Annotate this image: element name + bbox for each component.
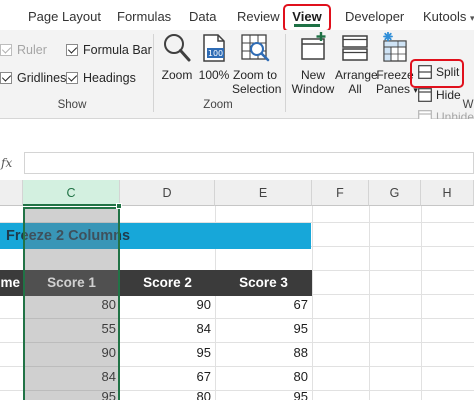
data-cell[interactable]: 84 — [120, 318, 215, 340]
new-window-icon — [301, 32, 326, 60]
new-window-button[interactable]: New Window — [291, 32, 335, 96]
show-group-label: Show — [57, 99, 87, 111]
excel-window: Page Layout Formulas Data Review View De… — [0, 0, 474, 400]
data-cell[interactable]: 90 — [120, 294, 215, 316]
zoom-group-label: Zoom — [203, 99, 233, 111]
formula-bar-label: Formula Bar — [83, 43, 152, 57]
column-header-c[interactable]: C — [23, 180, 120, 206]
zoom-magnifier-icon — [164, 34, 191, 62]
zoom-to-selection-icon — [241, 34, 270, 62]
arrange-all-button[interactable]: Arrange All — [335, 32, 378, 96]
hide-label: Hide — [436, 88, 461, 102]
arrange-all-label-line2: All — [348, 82, 362, 96]
gridline — [421, 206, 422, 400]
tab-page-layout[interactable]: Page Layout — [28, 6, 101, 28]
header-cell-name[interactable]: me — [0, 270, 23, 296]
header-cell-score3[interactable]: Score 3 — [215, 270, 312, 296]
column-header-b[interactable] — [0, 180, 23, 206]
insert-function-button[interactable]: fx — [0, 152, 20, 174]
zoom-label: Zoom — [161, 68, 193, 82]
zoom-selection-label-line2: Selection — [232, 82, 282, 96]
data-cell[interactable]: 88 — [215, 342, 312, 364]
group-separator — [153, 34, 154, 112]
tab-data[interactable]: Data — [189, 6, 216, 28]
formula-bar: fx — [0, 150, 474, 178]
column-header-e[interactable]: E — [215, 180, 312, 206]
data-cell[interactable]: 80 — [215, 366, 312, 388]
column-selection-overlay — [23, 207, 120, 400]
headings-label: Headings — [83, 71, 136, 85]
data-cell[interactable]: 95 — [215, 386, 312, 400]
ribbon-tab-bar: Page Layout Formulas Data Review View De… — [0, 0, 474, 32]
data-cell[interactable]: 67 — [215, 294, 312, 316]
gridlines-checkbox-box — [0, 72, 12, 84]
data-cell[interactable]: 95 — [120, 342, 215, 364]
ribbon: Ruler Formula Bar Gridlines Headings Sho… — [0, 30, 474, 124]
header-cell-score2[interactable]: Score 2 — [120, 270, 215, 296]
hide-icon — [418, 88, 432, 102]
formula-bar-checkbox-box — [66, 44, 78, 56]
arrange-all-label-line1: Arrange — [335, 68, 378, 82]
split-button[interactable]: Split — [418, 62, 459, 82]
chevron-down-icon: ▾ — [470, 13, 474, 23]
hide-button[interactable]: Hide — [418, 85, 461, 105]
zoom-100-label: 100% — [198, 68, 230, 82]
new-window-label-line1: New — [300, 68, 325, 82]
tab-view[interactable]: View — [283, 4, 331, 32]
gridlines-checkbox[interactable]: Gridlines — [0, 70, 66, 86]
headings-checkbox-box — [66, 72, 78, 84]
new-window-label-line2: Window — [291, 82, 335, 96]
column-header-d[interactable]: D — [120, 180, 215, 206]
gridline — [312, 206, 313, 400]
column-header-h[interactable]: H — [421, 180, 474, 206]
formula-input[interactable] — [24, 152, 474, 174]
selection-fill-handle[interactable] — [116, 203, 122, 209]
zoom-selection-label-line1: Zoom to — [232, 68, 277, 82]
tab-kutools[interactable]: Kutools ▾ — [423, 6, 474, 28]
split-icon — [418, 65, 432, 79]
data-cell[interactable]: 80 — [120, 386, 215, 400]
ruler-checkbox-box — [0, 44, 12, 56]
zoom-100-icon-text: 100 — [208, 49, 223, 58]
active-tab-underline — [294, 24, 320, 27]
data-cell[interactable]: 95 — [215, 318, 312, 340]
zoom-100-button[interactable]: 100 100% — [198, 32, 230, 82]
freeze-panes-label-line1: Freeze — [376, 68, 414, 82]
tab-formulas[interactable]: Formulas — [117, 6, 171, 28]
ruler-label: Ruler — [17, 43, 47, 57]
freeze-panes-button[interactable]: Freeze Panes ▾ — [376, 32, 418, 97]
gridline — [369, 206, 370, 400]
headings-checkbox[interactable]: Headings — [66, 70, 136, 86]
tab-kutools-label: Kutools — [423, 9, 467, 24]
zoom-100-icon: 100 — [203, 34, 225, 62]
tab-review[interactable]: Review — [237, 6, 280, 28]
formula-bar-checkbox[interactable]: Formula Bar — [66, 42, 152, 58]
column-header-g[interactable]: G — [369, 180, 421, 206]
zoom-to-selection-button[interactable]: Zoom to Selection — [232, 32, 282, 96]
tab-developer[interactable]: Developer — [345, 6, 404, 28]
window-group-label: W — [462, 99, 474, 111]
gridlines-label: Gridlines — [17, 71, 67, 85]
ruler-checkbox[interactable]: Ruler — [0, 42, 47, 58]
column-header-f[interactable]: F — [312, 180, 369, 206]
freeze-panes-icon — [383, 32, 407, 62]
zoom-button[interactable]: Zoom — [158, 32, 196, 82]
ribbon-gap — [0, 119, 474, 150]
arrange-all-icon — [342, 35, 368, 61]
freeze-panes-label-line2: Panes — [376, 82, 411, 96]
data-cell[interactable]: 67 — [120, 366, 215, 388]
freeze-panes-dropdown[interactable]: Panes ▾ — [376, 82, 418, 97]
split-label: Split — [436, 65, 460, 79]
group-separator — [285, 34, 286, 112]
